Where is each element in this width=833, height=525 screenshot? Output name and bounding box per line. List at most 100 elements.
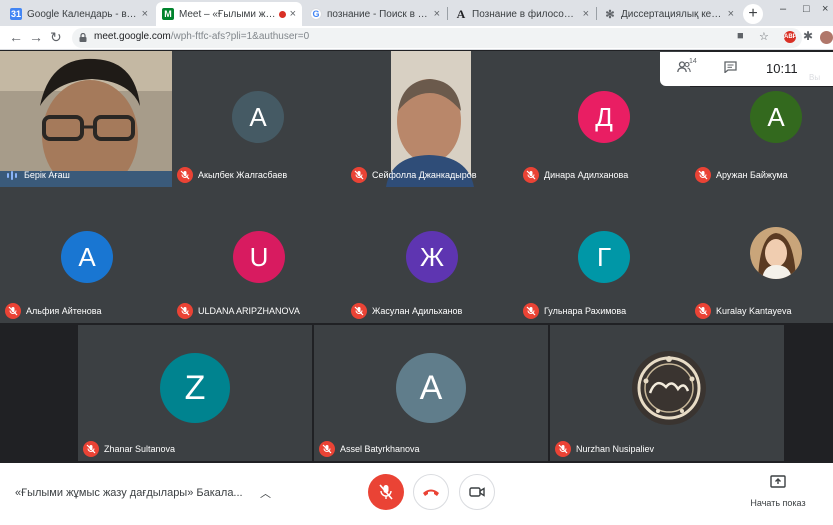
calendar-icon: 31 — [10, 8, 22, 20]
participant-namebar: Жасулан Адильханов — [351, 302, 462, 320]
self-view-label: Вы — [809, 73, 821, 82]
participant-name: Альфия Айтенова — [26, 306, 102, 316]
tab-philosophy[interactable]: A Познание в философии - суб × — [449, 2, 595, 26]
participant-name: ULDANA ARIPZHANOVA — [198, 306, 300, 316]
participant-count-badge: 14 — [689, 58, 697, 65]
back-arrow-icon[interactable]: ← — [9, 29, 23, 46]
academic-icon: A — [456, 6, 466, 21]
extensions-icon[interactable]: ✱ — [803, 29, 813, 43]
browser-tab-strip: 31 Google Календарь - вторник, 1 × M Mee… — [0, 0, 833, 26]
tab-title: Meet – «Ғылыми жұмыс ж — [179, 8, 276, 20]
meeting-title[interactable]: «Ғылыми жұмыс жазу дағдылары» Бакала... — [15, 487, 243, 499]
participant-name: Kuralay Kantayeva — [716, 306, 792, 316]
meeting-clock: 10:11 — [766, 61, 798, 76]
chat-icon[interactable] — [724, 61, 737, 73]
tab-google-search[interactable]: G познание - Поиск в Google × — [304, 2, 446, 26]
participant-tile[interactable]: Ж Жасулан Адильханов — [346, 187, 518, 323]
meet-participant-grid: Берік Ағаш А Акылбек Жалгасбаев Сейфолла… — [0, 51, 833, 463]
participant-tile[interactable]: Z Zhanar Sultanova — [78, 325, 312, 461]
participant-tile[interactable]: А Альфия Айтенова — [0, 187, 172, 323]
gear-icon: ✻ — [605, 8, 615, 21]
participant-photo-avatar — [632, 351, 706, 425]
participant-name: Динара Адилханова — [544, 170, 629, 180]
bookmark-star-icon[interactable]: ☆ — [759, 30, 769, 43]
camera-icon — [469, 487, 485, 497]
profile-avatar[interactable] — [820, 31, 833, 44]
tab-google-calendar[interactable]: 31 Google Календарь - вторник, 1 × — [4, 2, 154, 26]
tab-dissertation[interactable]: ✻ Диссертациялық кеңесі тураль × — [598, 2, 740, 26]
participant-namebar: Берік Ағаш — [5, 166, 70, 184]
maximize-icon[interactable]: □ — [803, 3, 810, 15]
forward-arrow-icon[interactable]: → — [29, 29, 43, 46]
close-icon[interactable]: × — [434, 8, 440, 20]
participant-namebar: Zhanar Sultanova — [83, 440, 175, 458]
participant-namebar: Assel Batyrkhanova — [319, 440, 420, 458]
participant-avatar: А — [232, 91, 284, 143]
adblock-icon[interactable]: ABP — [784, 31, 797, 43]
present-screen-icon — [770, 475, 786, 488]
participant-tile[interactable]: А Аружан Байжума — [690, 87, 833, 187]
close-icon[interactable]: × — [728, 8, 734, 20]
participant-namebar: Гульнара Рахимова — [523, 302, 626, 320]
participant-namebar: Динара Адилханова — [523, 166, 628, 184]
recording-indicator-icon — [278, 10, 286, 18]
camera-in-use-icon[interactable]: ■ — [737, 30, 744, 42]
participant-name: Жасулан Адильханов — [372, 306, 463, 316]
present-label: Начать показ — [750, 498, 806, 508]
camera-toggle-button[interactable] — [459, 474, 495, 510]
mic-off-icon — [177, 167, 193, 183]
participant-avatar: Д — [578, 91, 630, 143]
participant-namebar: Альфия Айтенова — [5, 302, 101, 320]
mic-off-icon — [319, 441, 335, 457]
chevron-up-icon[interactable]: ︿ — [260, 485, 271, 501]
url-text: meet.google.com/wph-ftfc-afs?pli=1&authu… — [94, 31, 310, 42]
participant-tile[interactable]: A Assel Batyrkhanova — [314, 325, 548, 461]
participant-name: Акылбек Жалгасбаев — [198, 170, 288, 180]
participant-namebar: Kuralay Kantayeva — [695, 302, 792, 320]
meet-bottom-bar: «Ғылыми жұмыс жазу дағдылары» Бакала... … — [0, 463, 833, 525]
mic-off-icon — [523, 167, 539, 183]
mic-off-icon — [523, 303, 539, 319]
participant-tile[interactable]: Kuralay Kantayeva — [690, 187, 833, 323]
present-now-button[interactable]: Начать показ — [745, 475, 811, 508]
participant-tile-video[interactable]: Берік Ағаш — [0, 51, 172, 187]
participant-name: Zhanar Sultanova — [104, 444, 176, 454]
close-icon[interactable]: × — [290, 8, 296, 20]
tab-separator — [596, 7, 597, 20]
participant-avatar: U — [233, 231, 285, 283]
mic-off-icon — [351, 303, 367, 319]
mic-off-icon — [695, 303, 711, 319]
meet-icon: M — [162, 8, 174, 20]
reload-icon[interactable]: ↻ — [50, 29, 62, 46]
participant-photo-avatar — [750, 227, 802, 279]
minimize-icon[interactable]: – — [780, 3, 786, 15]
mic-off-icon — [177, 303, 193, 319]
tab-title: Диссертациялық кеңесі тураль — [621, 8, 724, 20]
address-bar[interactable]: meet.google.com/wph-ftfc-afs?pli=1&authu… — [72, 28, 802, 48]
microphone-toggle-button[interactable] — [368, 474, 404, 510]
participant-avatar: A — [396, 353, 466, 423]
meet-top-toolbar: 14 10:11 — [660, 52, 833, 86]
participant-tile[interactable]: U ULDANA ARIPZHANOVA — [172, 187, 346, 323]
participant-name: Assel Batyrkhanova — [340, 444, 420, 454]
new-tab-button[interactable]: + — [743, 4, 763, 24]
tab-title: познание - Поиск в Google — [327, 8, 430, 20]
tab-separator — [447, 7, 448, 20]
close-icon[interactable]: × — [142, 8, 148, 20]
participant-tile[interactable]: Г Гульнара Рахимова — [518, 187, 690, 323]
tab-google-meet[interactable]: M Meet – «Ғылыми жұмыс ж × — [156, 2, 302, 26]
speaking-indicator-icon — [5, 168, 19, 182]
mic-off-icon — [695, 167, 711, 183]
participant-name: Берік Ағаш — [24, 170, 70, 180]
leave-call-button[interactable] — [413, 474, 449, 510]
participant-tile[interactable]: А Акылбек Жалгасбаев — [172, 51, 346, 187]
close-icon[interactable]: × — [583, 8, 589, 20]
lock-icon[interactable] — [79, 33, 87, 42]
participant-avatar: А — [750, 91, 802, 143]
participant-namebar: ULDANA ARIPZHANOVA — [177, 302, 300, 320]
mic-off-icon — [351, 167, 367, 183]
hang-up-icon — [423, 489, 439, 496]
participant-tile[interactable]: Nurzhan Nusipaliev — [550, 325, 784, 461]
window-close-icon[interactable]: × — [822, 3, 828, 15]
participant-tile-video[interactable]: Сейфолла Джанкадыров — [346, 51, 518, 187]
